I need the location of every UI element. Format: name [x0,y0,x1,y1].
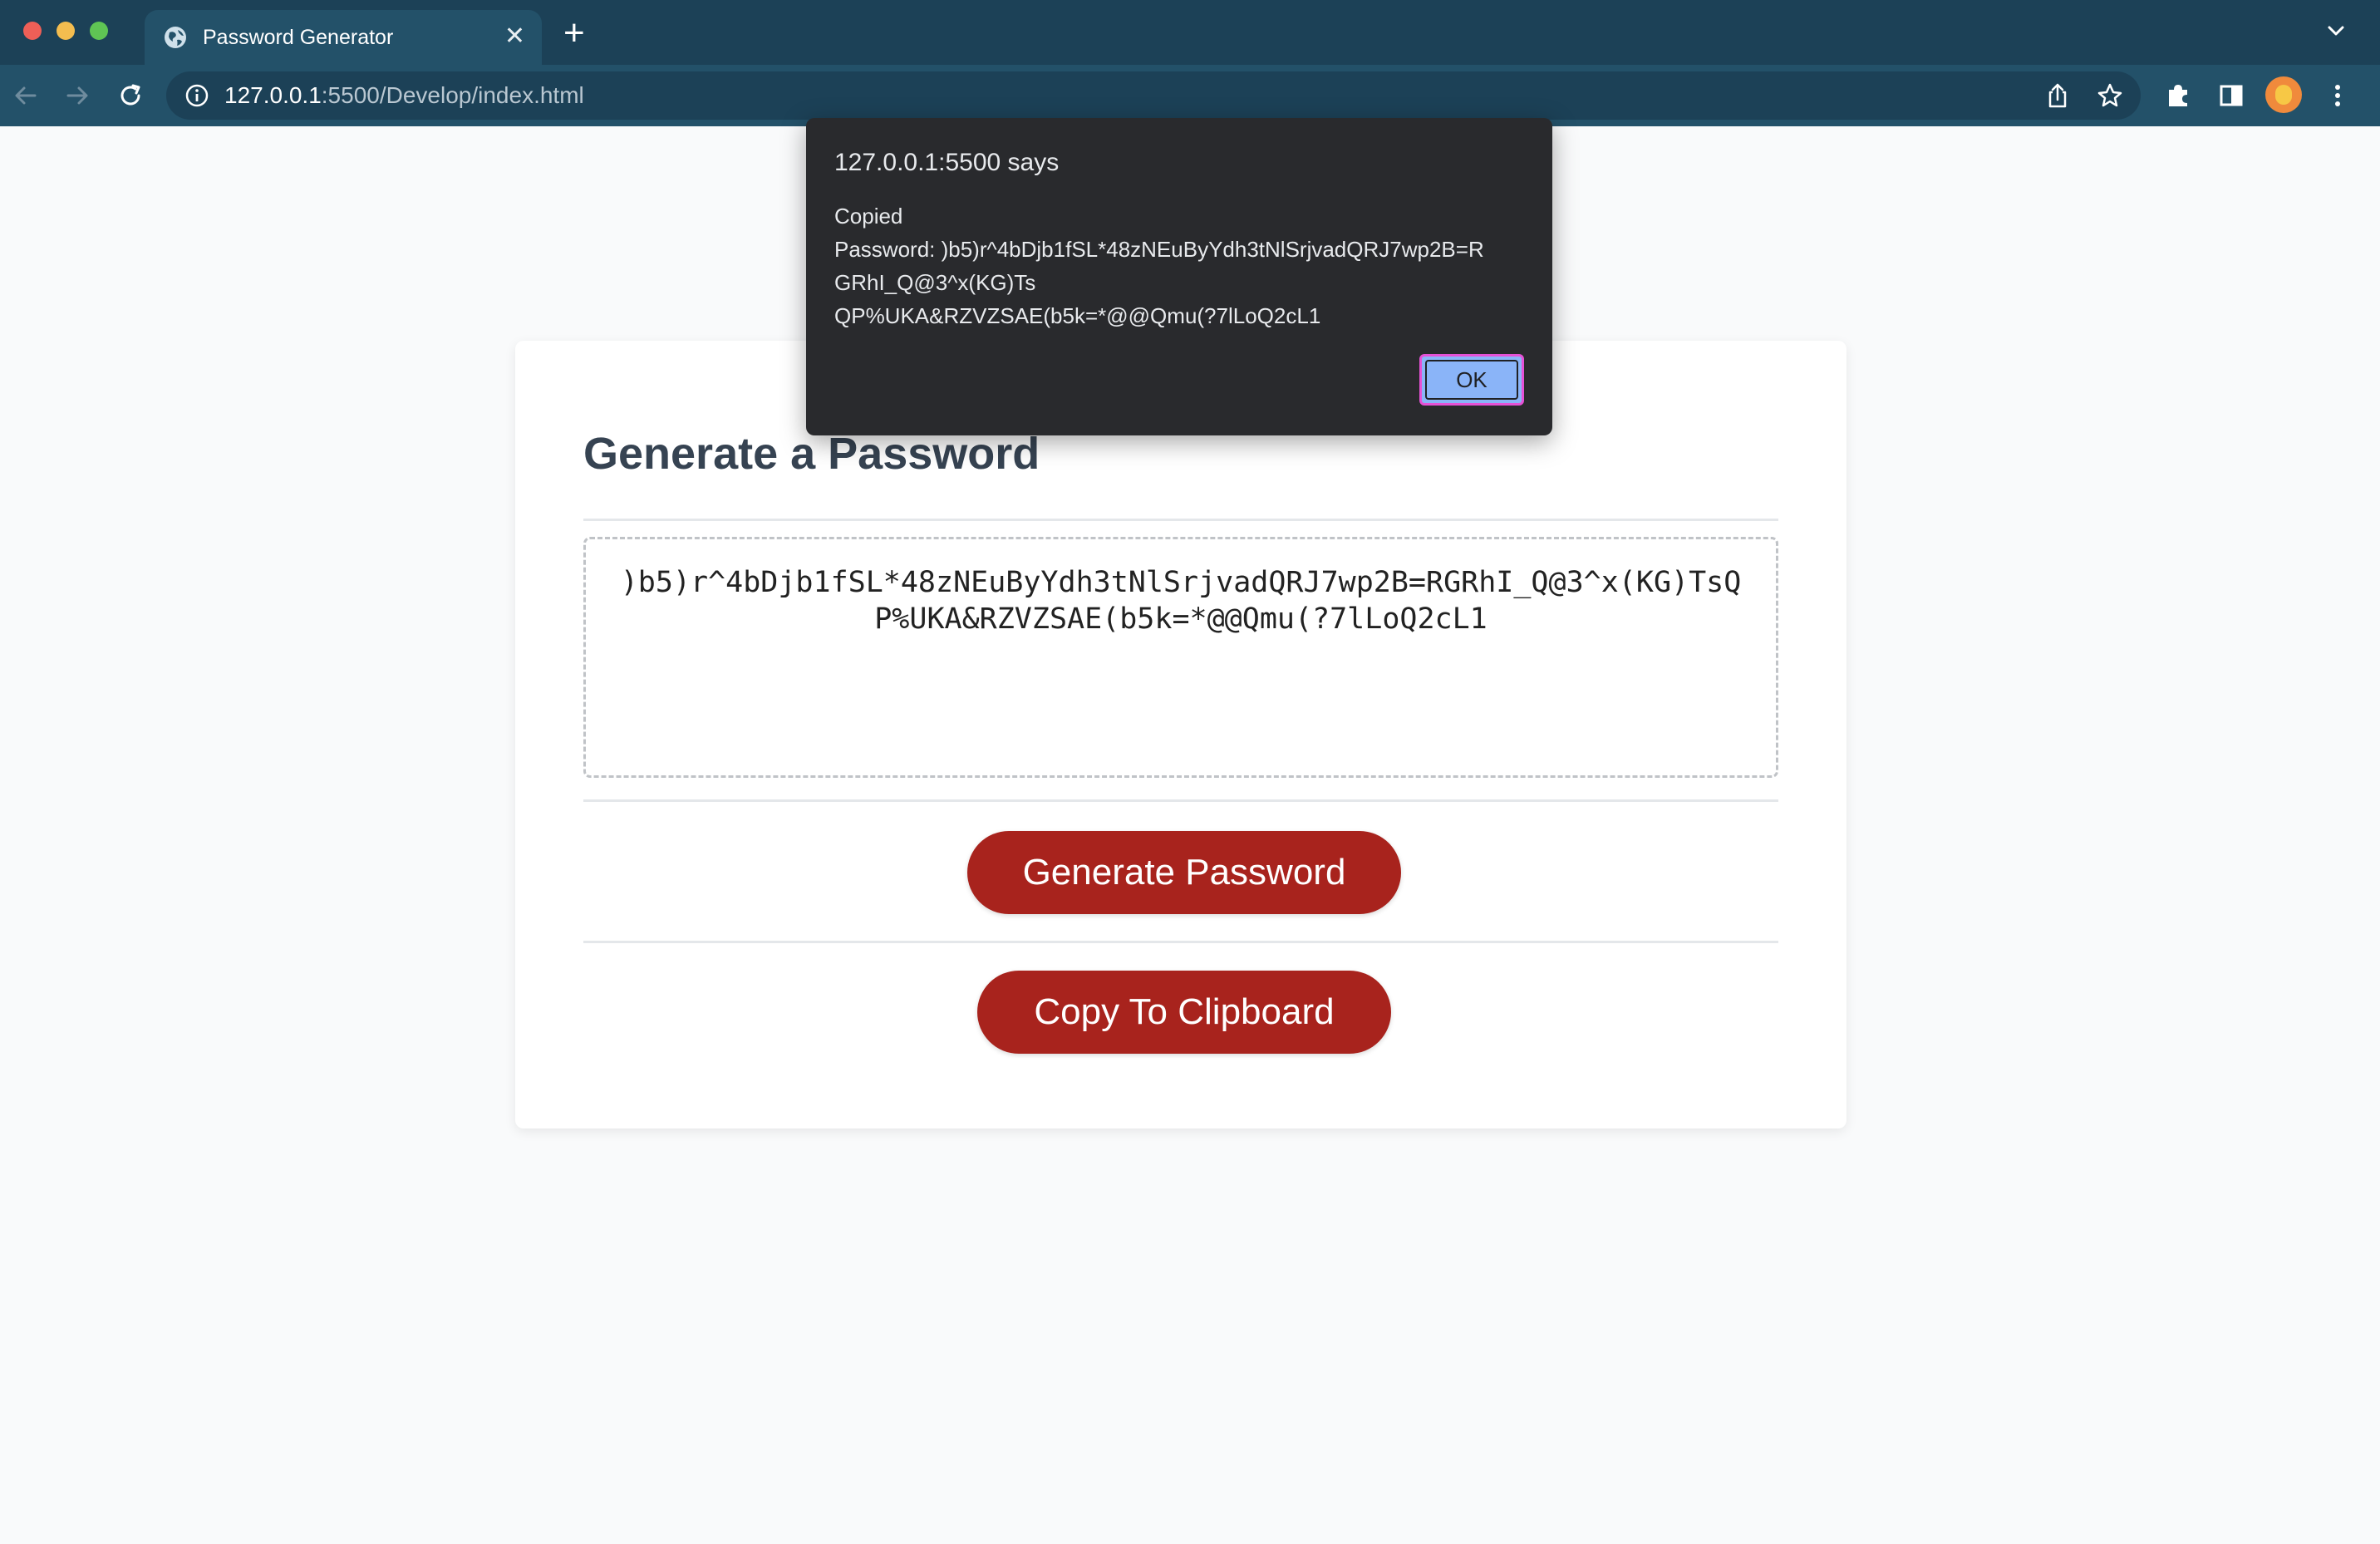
side-panel-icon[interactable] [2215,80,2247,111]
browser-tab-active[interactable]: Password Generator ✕ [145,10,542,65]
kebab-menu-icon[interactable] [2322,80,2353,111]
arrow-right-icon[interactable] [63,81,91,110]
url-path: :5500/Develop/index.html [321,82,584,108]
dialog-title: 127.0.0.1:5500 says [834,149,1060,176]
chevron-down-icon[interactable] [2325,20,2347,42]
window-zoom-button[interactable] [90,22,108,40]
password-output[interactable]: )b5)r^4bDjb1fSL*48zNEuByYdh3tNlSrjvadQRJ… [583,537,1778,778]
copy-to-clipboard-button[interactable]: Copy To Clipboard [977,971,1391,1054]
avatar-image [2275,85,2292,105]
arrow-left-icon[interactable] [12,81,40,110]
share-icon[interactable] [2044,81,2071,110]
url-text[interactable]: 127.0.0.1:5500/Develop/index.html [224,82,584,109]
window-minimize-button[interactable] [57,22,75,40]
dialog-ok-button[interactable]: OK [1419,354,1524,406]
url-host: 127.0.0.1 [224,82,322,108]
reload-icon[interactable] [116,81,145,110]
alert-dialog: 127.0.0.1:5500 says Copied Password: )b5… [806,118,1552,435]
divider [583,519,1778,521]
password-card: Generate a Password )b5)r^4bDjb1fSL*48zN… [515,341,1846,1128]
profile-avatar[interactable] [2265,76,2302,113]
divider [583,941,1778,943]
tab-close-icon[interactable]: ✕ [504,22,525,52]
divider [583,799,1778,802]
window-close-button[interactable] [23,22,42,40]
new-tab-button[interactable]: + [563,15,585,52]
address-bar[interactable]: 127.0.0.1:5500/Develop/index.html [166,71,2141,120]
generate-password-button[interactable]: Generate Password [967,831,1401,914]
puzzle-icon[interactable] [2162,80,2194,111]
dialog-ok-label: OK [1456,367,1488,392]
dialog-message: Copied Password: )b5)r^4bDjb1fSL*48zNEuB… [834,204,1484,328]
star-icon[interactable] [2096,81,2124,110]
tab-title: Password Generator [203,26,394,49]
browser-tab-bar: Password Generator ✕ + [0,0,2380,65]
globe-icon [165,27,186,48]
browser-toolbar: 127.0.0.1:5500/Develop/index.html [0,65,2380,126]
info-icon[interactable] [184,83,209,108]
